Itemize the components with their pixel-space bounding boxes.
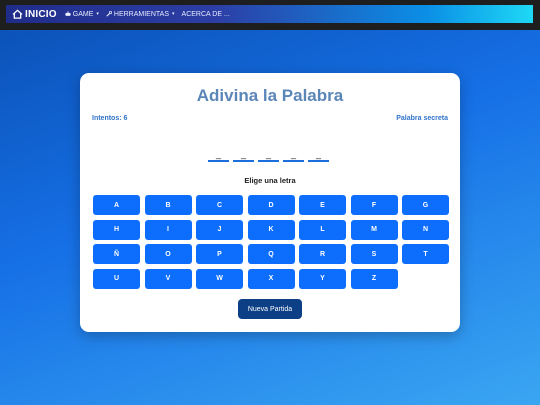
letter-button-s[interactable]: S	[350, 244, 398, 264]
letter-button-f[interactable]: F	[350, 195, 398, 215]
game-card: Adivina la Palabra Intentos: 6 Palabra s…	[80, 73, 460, 332]
chevron-down-icon: ▾	[172, 11, 175, 17]
letter-slot: _	[208, 150, 229, 162]
letter-slot: _	[233, 150, 254, 162]
navbar: INICIO GAME ▾ HERRAMIENTAS ▾ ACERCA DE .…	[6, 5, 533, 23]
letter-button-u[interactable]: U	[93, 268, 140, 289]
nav-item-game[interactable]: GAME ▾	[65, 11, 99, 18]
letter-slot: _	[283, 150, 304, 162]
attempts-counter: Intentos: 6	[92, 115, 128, 122]
nav-item-acerca-label: ACERCA DE ...	[181, 10, 230, 18]
page-title: Adivina la Palabra	[196, 86, 344, 105]
letter-slot: _	[308, 150, 329, 162]
letter-button-r[interactable]: R	[299, 244, 346, 264]
letter-button-k[interactable]: K	[247, 219, 295, 240]
new-game-button[interactable]: Nueva Partida	[238, 299, 302, 319]
wrench-icon	[106, 11, 112, 17]
letter-button-g[interactable]: G	[402, 195, 449, 215]
secret-word-label: Palabra secreta	[396, 115, 448, 122]
choose-letter-label: Elige una letra	[244, 176, 296, 185]
letter-slot: _	[258, 150, 279, 162]
letter-button-p[interactable]: P	[196, 244, 243, 264]
letter-button-v[interactable]: V	[144, 268, 192, 289]
chevron-down-icon: ▾	[96, 11, 99, 17]
letter-button-d[interactable]: D	[247, 195, 295, 215]
letter-button-l[interactable]: L	[299, 219, 346, 240]
letter-button-m[interactable]: M	[350, 219, 398, 240]
letter-button-b[interactable]: B	[144, 195, 192, 215]
letter-button-o[interactable]: O	[144, 244, 192, 264]
letter-button-c[interactable]: C	[196, 195, 243, 215]
letter-button-n[interactable]: N	[402, 219, 449, 240]
letter-button-i[interactable]: I	[144, 219, 192, 240]
nav-item-acerca[interactable]: ACERCA DE ...	[182, 11, 230, 18]
letter-button-z[interactable]: Z	[350, 268, 398, 289]
brand-text: INICIO	[25, 8, 57, 20]
letter-button-h[interactable]: H	[93, 219, 140, 240]
letter-button-e[interactable]: E	[299, 195, 346, 215]
letter-keyboard: A B C D E F G H I J K L M N Ñ O P Q R S …	[93, 195, 449, 289]
word-slots: _ _ _ _ _	[208, 150, 329, 162]
letter-button-q[interactable]: Q	[247, 244, 295, 264]
letter-button-x[interactable]: X	[247, 268, 295, 289]
letter-button-j[interactable]: J	[196, 219, 243, 240]
letter-button-enye[interactable]: Ñ	[93, 244, 140, 264]
nav-item-herramientas-label: HERRAMIENTAS	[113, 10, 170, 18]
gamepad-icon	[65, 11, 71, 16]
brand-link[interactable]: INICIO	[12, 9, 57, 20]
home-icon	[12, 9, 23, 19]
nav-item-herramientas[interactable]: HERRAMIENTAS ▾	[106, 11, 175, 18]
nav-item-game-label: GAME	[72, 10, 94, 18]
letter-button-a[interactable]: A	[93, 195, 140, 215]
letter-button-t[interactable]: T	[402, 244, 449, 264]
letter-button-y[interactable]: Y	[299, 268, 346, 289]
letter-button-w[interactable]: W	[196, 268, 243, 289]
